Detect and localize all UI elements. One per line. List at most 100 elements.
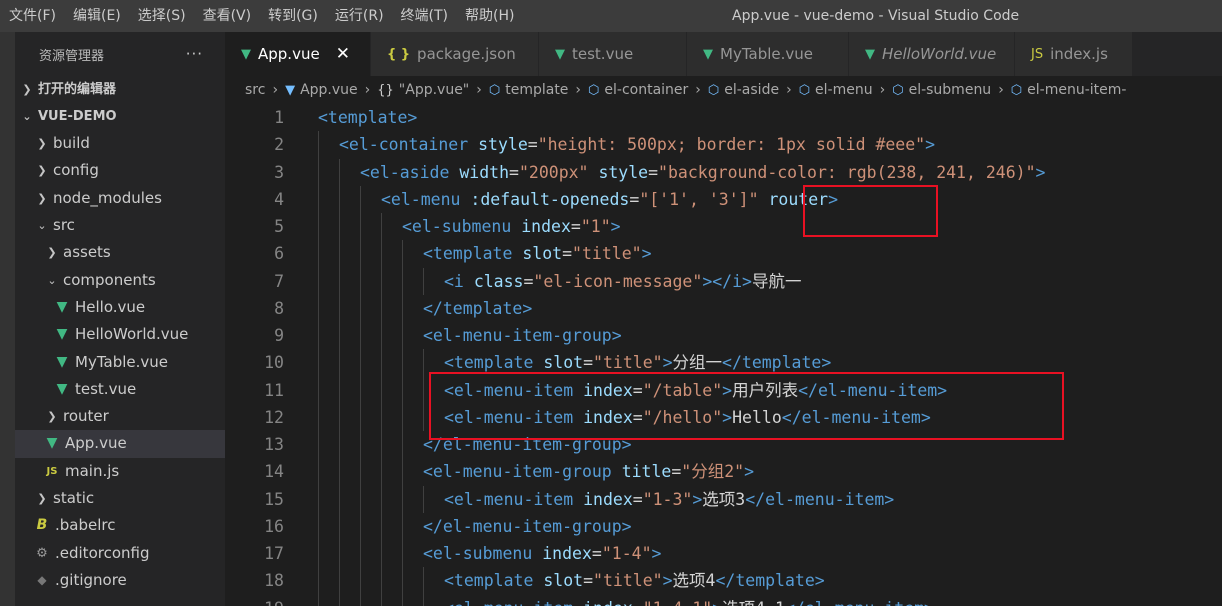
chevron-right-icon: ❯ — [22, 83, 32, 96]
indent-guide — [402, 512, 403, 540]
indent-guide — [318, 322, 319, 350]
braces-icon: {} — [377, 82, 394, 98]
tree-folder[interactable]: ⌄ src — [15, 212, 225, 239]
tree-folder[interactable]: ❯ router — [15, 403, 225, 430]
tree-file[interactable]: ▼ MyTable.vue — [15, 348, 225, 375]
tab-test-vue[interactable]: ▼ test.vue — [539, 32, 687, 76]
menu-item[interactable]: 查看(V) — [194, 0, 260, 32]
menu-item[interactable]: 编辑(E) — [64, 0, 129, 32]
tab-mytable-vue[interactable]: ▼ MyTable.vue — [687, 32, 849, 76]
tree-folder[interactable]: ❯ assets — [15, 239, 225, 266]
window-title: App.vue - vue-demo - Visual Studio Code — [732, 8, 1020, 24]
line-number: 19 — [225, 595, 284, 606]
tree-folder[interactable]: ❯ build — [15, 130, 225, 157]
vue-file-icon: ▼ — [703, 46, 713, 62]
indent-guide — [402, 322, 403, 350]
tree-file[interactable]: ▼ Hello.vue — [15, 294, 225, 321]
project-section[interactable]: ⌄ VUE-DEMO — [15, 103, 225, 130]
code-token: = — [527, 135, 538, 155]
tree-file[interactable]: JS main.js — [15, 458, 225, 485]
breadcrumb-item[interactable]: el-submenu — [909, 82, 992, 98]
code-token: slot — [543, 353, 584, 373]
chevron-right-icon: ❯ — [37, 191, 47, 205]
project-label: VUE-DEMO — [38, 109, 117, 124]
menu-item[interactable]: 文件(F) — [0, 0, 64, 32]
chevron-right-icon: › — [272, 82, 279, 98]
breadcrumb-item[interactable]: el-container — [604, 82, 688, 98]
code-token: index — [583, 599, 633, 606]
indent-guide — [402, 267, 403, 295]
annotation-box-menu-items — [429, 372, 1064, 440]
close-icon[interactable]: ✕ — [336, 44, 350, 64]
code-token: width — [459, 162, 510, 182]
more-actions-icon[interactable]: ··· — [186, 45, 203, 63]
code-line: 3 <el-aside width="200px" style="backgrou… — [225, 158, 1222, 186]
code-token: > — [1035, 162, 1046, 182]
line-number: 4 — [274, 189, 284, 209]
breadcrumb-item[interactable]: src — [245, 82, 265, 98]
chevron-down-icon: ⌄ — [22, 110, 32, 123]
tab-package-json[interactable]: { } package.json — [371, 32, 539, 76]
menu-item[interactable]: 转到(G) — [259, 0, 326, 32]
code-token: :default-openeds — [470, 189, 630, 209]
indent-guide — [318, 403, 319, 431]
tree-folder[interactable]: ❯ static — [15, 485, 225, 512]
indent-guide — [360, 403, 361, 431]
tree-folder[interactable]: ❯ node_modules — [15, 185, 225, 212]
indent-guide — [423, 267, 424, 295]
code-token: title — [621, 462, 672, 482]
code-token: <el-submenu — [402, 217, 512, 236]
tree-file[interactable]: ▼ test.vue — [15, 376, 225, 403]
tree-item-label: main.js — [65, 461, 120, 480]
indent-guide — [318, 131, 319, 159]
breadcrumb-item[interactable]: template — [505, 82, 568, 98]
menu-item[interactable]: 选择(S) — [129, 0, 194, 32]
indent-guide — [423, 349, 424, 377]
code-token: > — [692, 489, 703, 509]
tree-file[interactable]: ◆ .gitignore — [15, 567, 225, 594]
code-token: "title" — [593, 353, 663, 373]
tree-file[interactable]: B .babelrc — [15, 512, 225, 539]
code-token: "title" — [572, 244, 642, 264]
menu-item[interactable]: 终端(T) — [392, 0, 456, 32]
code-text: <i class="el-icon-message"></i>导航一 — [444, 268, 802, 295]
code-line: 9 <el-menu-item-group> — [225, 322, 1222, 350]
tree-folder[interactable]: ⌄ components — [15, 266, 225, 293]
code-token: "height: 500px; border: 1px solid #eee" — [537, 135, 926, 155]
code-token: "1-3" — [642, 489, 693, 509]
breadcrumb-item[interactable]: "App.vue" — [399, 82, 469, 98]
breadcrumb-item[interactable]: el-menu — [815, 82, 873, 98]
chevron-right-icon: ❯ — [47, 246, 57, 260]
open-editors-label: 打开的编辑器 — [38, 82, 117, 97]
breadcrumb-item[interactable]: el-menu-item- — [1027, 82, 1126, 98]
indent-guide — [402, 540, 403, 568]
chevron-right-icon: ❯ — [47, 410, 57, 424]
breadcrumb-item[interactable]: App.vue — [300, 82, 358, 98]
vue-file-icon: ▼ — [865, 46, 875, 62]
tree-file[interactable]: ⚙ .editorconfig — [15, 539, 225, 566]
code-token: "el-icon-message" — [533, 271, 703, 291]
code-line: 6 <template slot="title"> — [225, 240, 1222, 268]
code-text: <template> — [318, 104, 417, 131]
code-token: > — [651, 544, 662, 563]
code-line: 17 <el-submenu index="1-4"> — [225, 540, 1222, 568]
menu-item[interactable]: 运行(R) — [326, 0, 392, 32]
code-editor[interactable]: 1 <template> 2 <el-container style="height:… — [225, 104, 1222, 606]
tab-app-vue[interactable]: ▼ App.vue ✕ — [225, 32, 371, 76]
breadcrumb-item[interactable]: el-aside — [724, 82, 779, 98]
indent-guide — [402, 294, 403, 322]
indent-guide — [318, 267, 319, 295]
vue-file-icon: ▼ — [555, 46, 565, 62]
tab-helloworld-vue[interactable]: ▼ HelloWorld.vue — [849, 32, 1015, 76]
tree-file[interactable]: ▼ HelloWorld.vue — [15, 321, 225, 348]
code-text: <el-menu-item-group> — [423, 322, 622, 349]
tree-folder[interactable]: ❯ config — [15, 157, 225, 184]
tree-file[interactable]: ▼ App.vue — [15, 430, 225, 458]
chevron-right-icon: ❯ — [37, 492, 47, 505]
menu-item[interactable]: 帮助(H) — [456, 0, 522, 32]
tab-index-js[interactable]: JS index.js — [1015, 32, 1133, 76]
open-editors-section[interactable]: ❯ 打开的编辑器 — [15, 76, 225, 103]
